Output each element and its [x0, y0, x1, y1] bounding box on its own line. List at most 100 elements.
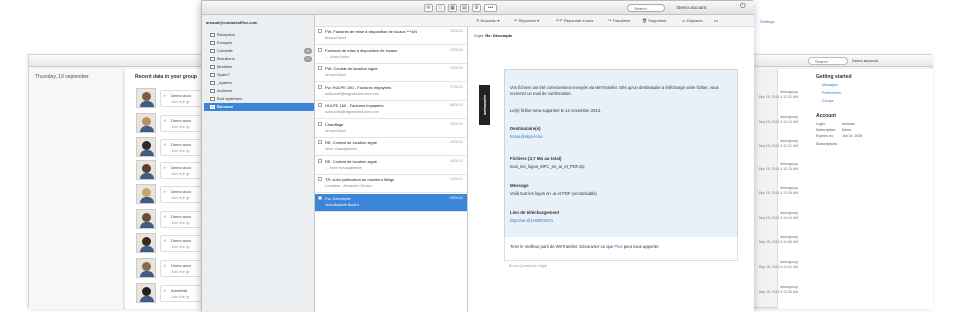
- recent-data-item[interactable]: ❝ Demo acco Join the gr: [136, 88, 206, 110]
- message-checkbox[interactable]: [318, 121, 322, 126]
- new-label: Nouveau: [480, 18, 497, 23]
- message-checkbox[interactable]: [318, 29, 322, 33]
- activity-title: Administr: [171, 288, 188, 293]
- delete-button[interactable]: 🗑 Supprimer: [642, 18, 667, 23]
- power-icon[interactable]: ⏻: [740, 3, 746, 11]
- quote-icon: ❝: [163, 120, 167, 126]
- account-value: Demo: [842, 128, 852, 132]
- folder-label: Réception: [217, 32, 236, 37]
- wt-footer-text: Tirez le meilleur parti de WeTransfer. D…: [510, 244, 730, 250]
- new-button[interactable]: ✎ Nouveau ▾: [476, 18, 500, 23]
- quote-icon: ❝: [163, 95, 167, 101]
- message-sender: Complest - Alexandre Gérard: [325, 184, 372, 188]
- message-checkbox[interactable]: [318, 103, 322, 107]
- message-date: 17/02/11: [449, 84, 463, 89]
- message-sender: Anne Vosaugibeebe: [325, 147, 358, 151]
- wt-recipient-link[interactable]: home@skynet.be: [510, 134, 543, 139]
- avatar: [136, 233, 156, 253]
- message-row[interactable]: Chauffage Arnaud Nuiet 15/01/11: [315, 120, 467, 138]
- search-input[interactable]: Search: [627, 4, 665, 12]
- move-button[interactable]: ▭ Déplacer: [682, 18, 703, 23]
- folder-item[interactable]: Corbeille 41: [204, 47, 314, 55]
- gs-link-messages[interactable]: Messages: [822, 83, 838, 87]
- message-checkbox[interactable]: [318, 47, 322, 52]
- message-row[interactable]: HULPE 150 - Factures impayées sofia.sotli…: [315, 101, 467, 119]
- message-sender: Arnaud Nuiet: [325, 73, 346, 77]
- message-checkbox[interactable]: [318, 158, 322, 163]
- document-icon[interactable]: ▯: [436, 4, 445, 12]
- quote-icon: ❝: [163, 144, 167, 150]
- wt-bottom-links[interactable]: Envoi Questions Légal: [509, 264, 547, 268]
- message-row[interactable]: RE: Contrat de location signé → Anne Vosa…: [315, 157, 467, 175]
- recent-data-item[interactable]: ❝ Demo acco Join the gr: [136, 209, 206, 231]
- recent-data-item[interactable]: ❝ Demo acco Join the gr: [136, 184, 206, 206]
- message-row[interactable]: Factures de mise à disposition de locaux…: [315, 46, 467, 64]
- reply-button[interactable]: ↶ Répondre ▾: [514, 18, 539, 23]
- message-subject: Fw: Décompte: [325, 195, 351, 201]
- gs-link-preferences[interactable]: Preferences: [822, 91, 841, 95]
- activity-subtitle: Join the gr: [171, 148, 190, 153]
- calendar-icon[interactable]: ▦: [448, 4, 457, 12]
- folder-item[interactable]: Bod systèmes: [204, 95, 314, 103]
- subject-label: Sujet:: [474, 33, 485, 38]
- folder-item[interactable]: Envoyés: [204, 39, 314, 47]
- quote-icon: ❝: [163, 167, 167, 173]
- wt-plus-link[interactable]: Plus: [614, 244, 622, 249]
- message-row[interactable]: FW: Factures de mise à disposition de lo…: [315, 27, 467, 45]
- message-row[interactable]: FW: Contrat de location signé Arnaud Nuie…: [315, 64, 467, 82]
- forward-button[interactable]: ↷ Transférer: [608, 18, 631, 23]
- message-row[interactable]: Fw: Décompte Jean-Baptiste Boutra 02/01/11: [315, 193, 467, 212]
- contacts-icon[interactable]: ▤: [460, 4, 469, 12]
- message-checkbox[interactable]: [318, 177, 322, 181]
- more-apps-icon[interactable]: •••: [484, 4, 497, 12]
- activity-title: Demo acco: [171, 93, 192, 98]
- message-sender: Jean-Baptiste Boutra: [325, 202, 359, 207]
- quote-icon: ❝: [163, 240, 167, 246]
- message-row[interactable]: Fw: HULPE 150 - Factures impayées sofia.s…: [315, 83, 467, 101]
- folder-item[interactable]: Brouillons 17: [204, 55, 314, 63]
- folder-item[interactable]: Bureaux: [204, 103, 314, 111]
- folder-item[interactable]: _system: [204, 79, 314, 87]
- wt-recipients-heading: Destinataire(s): [510, 126, 541, 131]
- message-checkbox[interactable]: [318, 195, 322, 200]
- account-name[interactable]: arnaud@contactoffice.com: [206, 20, 257, 25]
- message-date: 24/02/11: [449, 29, 463, 33]
- recent-data-item[interactable]: ❝ Demo acco Join the gr: [136, 137, 206, 159]
- folder-item[interactable]: Réception: [204, 31, 314, 39]
- wt-download-link[interactable]: http://we.tl/1H00RX5Tx: [510, 218, 553, 223]
- reply-all-button[interactable]: ↶↶ Répondre à tous: [556, 18, 593, 23]
- message-subject: Factures de mise à disposition de locaux: [325, 47, 398, 53]
- subscriptions-link[interactable]: Subscriptions: [816, 142, 837, 146]
- wt-deletion-date: Le(s) fichier sera supprimé le 12 novemb…: [510, 108, 602, 113]
- message-row[interactable]: RE: Contrat de location signé Anne Vosaug…: [315, 138, 467, 156]
- recent-data-item[interactable]: ❝ Administr Join the gr: [136, 283, 206, 305]
- gs-link-groups[interactable]: Groups: [822, 99, 833, 103]
- message-subject: Chauffage: [325, 121, 344, 127]
- avatar: [136, 258, 156, 278]
- message-checkbox[interactable]: [318, 66, 322, 70]
- activity-subtitle: Join the gr: [171, 244, 190, 249]
- more-button[interactable]: •••: [714, 18, 718, 23]
- folder-item[interactable]: Spam?: [204, 71, 314, 79]
- message-row[interactable]: TR: suivi publication au moniteur Belge C…: [315, 175, 467, 193]
- folder-icon: [210, 33, 215, 37]
- recent-data-item[interactable]: ❝ Demo acco Join the gr: [136, 160, 206, 182]
- background-search-input[interactable]: Search: [808, 57, 848, 65]
- message-checkbox[interactable]: [318, 140, 322, 144]
- message-date: 12/01/11: [449, 177, 463, 181]
- folder-item[interactable]: Modèles: [204, 63, 314, 71]
- account-menu[interactable]: Demo account: [677, 3, 706, 13]
- recent-data-item[interactable]: ❝ Demo acco Join the gr: [136, 233, 206, 255]
- message-checkbox[interactable]: [318, 84, 322, 89]
- message-subject: Sujet: Re: Décompte: [474, 33, 512, 38]
- folder-icon: [210, 73, 215, 77]
- mail-icon[interactable]: ✉: [424, 4, 433, 12]
- settings-icon[interactable]: ⚙: [472, 4, 481, 12]
- activity-subtitle: Join the gr: [171, 124, 190, 129]
- settings-link[interactable]: Settings: [760, 19, 774, 24]
- folder-item[interactable]: Archives: [204, 87, 314, 95]
- recent-data-item[interactable]: ❝ Demo acco Join the gr: [136, 258, 206, 280]
- message-date: 15/01/11: [449, 121, 463, 126]
- recent-data-item[interactable]: ❝ Demo acco Join the gr: [136, 113, 206, 135]
- background-account-menu[interactable]: Demo account: [852, 56, 878, 66]
